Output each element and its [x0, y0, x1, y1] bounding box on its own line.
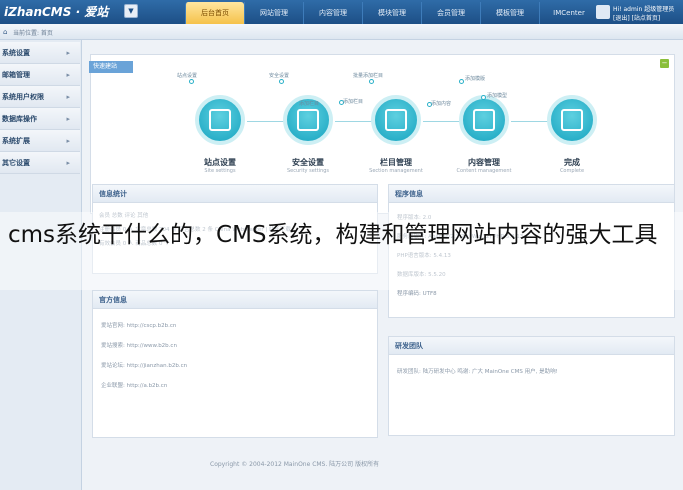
- flow-label: 添加栏目: [299, 101, 320, 107]
- sidebar-item-system[interactable]: 系统设置 ▸: [0, 42, 80, 64]
- monitor-icon: [297, 109, 319, 131]
- flow-dot: [369, 79, 374, 84]
- official-link[interactable]: 爱站论坛: http://jianzhan.b2b.cn: [101, 361, 187, 369]
- user-box: Hi! admin 超级管理员 [退出] [站点首页]: [594, 2, 683, 23]
- sidebar-item-extensions[interactable]: 系统扩展 ▸: [0, 130, 80, 152]
- step-title: 完成: [564, 158, 580, 167]
- document-icon: [473, 109, 495, 131]
- panel-title: 信息统计: [93, 185, 377, 203]
- top-bar: iZhanCMS · 爱站 ▼ 后台首页 网站管理 内容管理 模块管理 会员管理…: [0, 0, 683, 24]
- chevron-right-icon: ▸: [66, 159, 70, 167]
- step-content-icon[interactable]: [459, 95, 509, 145]
- step-title: 内容管理: [468, 158, 500, 167]
- tab-template[interactable]: 模板管理: [480, 2, 539, 24]
- dev-team-panel: 研发团队 研发团队: 陆万研发中心 鸣谢: 广大 MainOne CMS 用户,…: [388, 336, 675, 436]
- chevron-right-icon: ▸: [66, 137, 70, 145]
- program-row: 程序编码: UTF8: [397, 291, 437, 297]
- caption-text: cms系统干什么的，CMS系统，构建和管理网站内容的强大工具: [8, 222, 658, 248]
- official-link[interactable]: 爱站搜索: http://www.b2b.cn: [101, 341, 177, 349]
- dev-team-row: 研发团队: 陆万研发中心 鸣谢: 广大 MainOne CMS 用户, 是助响!: [397, 369, 558, 375]
- panel-title: 官方信息: [93, 291, 377, 309]
- caption-overlay: cms系统干什么的，CMS系统，构建和管理网站内容的强大工具: [0, 212, 683, 290]
- panel-title: 研发团队: [389, 337, 674, 355]
- official-link[interactable]: 企业联盟: http://a.b2b.cn: [101, 381, 167, 389]
- list-icon: [385, 109, 407, 131]
- home-icon[interactable]: ⌂: [3, 28, 7, 36]
- check-icon: [561, 109, 583, 131]
- flow-dot: [459, 79, 464, 84]
- sidebar-item-label: 数据库操作: [2, 115, 37, 123]
- tab-module[interactable]: 模块管理: [362, 2, 421, 24]
- flow-label: 站点设置: [177, 73, 198, 79]
- flow-label: 添加模版: [465, 76, 486, 82]
- tab-imcenter[interactable]: IMCenter: [539, 2, 598, 24]
- top-nav: 后台首页 网站管理 内容管理 模块管理 会员管理 模板管理 IMCenter: [185, 2, 598, 24]
- minimize-icon[interactable]: −: [660, 59, 669, 68]
- user-icon: [596, 5, 610, 19]
- step-title: 站点设置: [204, 158, 236, 167]
- sidebar-item-label: 其它设置: [2, 159, 30, 167]
- sidebar-item-label: 系统扩展: [2, 137, 30, 145]
- flow-label: 批量添加栏目: [353, 73, 384, 79]
- official-link[interactable]: 爱站官网: http://cscp.b2b.cn: [101, 321, 176, 329]
- sidebar-item-email[interactable]: 邮箱管理 ▸: [0, 64, 80, 86]
- chevron-down-icon[interactable]: ▼: [124, 4, 138, 18]
- breadcrumb: ⌂ 当前位置: 首页: [0, 24, 683, 40]
- tab-member[interactable]: 会员管理: [421, 2, 480, 24]
- sidebar-item-other[interactable]: 其它设置 ▸: [0, 152, 80, 174]
- user-links[interactable]: [退出] [站点首页]: [613, 13, 660, 22]
- step-subtitle: Content management: [456, 168, 512, 174]
- step-section-icon[interactable]: [371, 95, 421, 145]
- step-subtitle: Site settings: [204, 168, 236, 174]
- chevron-right-icon: ▸: [66, 93, 70, 101]
- flow-label: 添加模型: [487, 93, 508, 99]
- flow-connector: [423, 121, 463, 122]
- tab-home[interactable]: 后台首页: [185, 2, 244, 24]
- step-title: 安全设置: [292, 158, 324, 167]
- tab-content[interactable]: 内容管理: [303, 2, 362, 24]
- step-subtitle: Section management: [369, 168, 423, 174]
- flow-label: 添加栏目: [343, 99, 364, 105]
- chevron-right-icon: ▸: [66, 49, 70, 57]
- panel-title: 程序信息: [389, 185, 674, 203]
- flow-dot: [189, 79, 194, 84]
- step-subtitle: Security settings: [286, 168, 330, 174]
- monitor-icon: [209, 109, 231, 131]
- sidebar-item-label: 系统设置: [2, 49, 30, 57]
- tab-site[interactable]: 网站管理: [244, 2, 303, 24]
- flow-connector: [511, 121, 551, 122]
- step-complete-icon[interactable]: [547, 95, 597, 145]
- sidebar-item-permissions[interactable]: 系统用户权限 ▸: [0, 86, 80, 108]
- step-site-settings-icon[interactable]: [195, 95, 245, 145]
- flow-dot: [279, 79, 284, 84]
- flow-label: 添加内容: [431, 101, 452, 107]
- chevron-right-icon: ▸: [66, 71, 70, 79]
- step-title: 栏目管理: [380, 158, 412, 167]
- app-logo[interactable]: iZhanCMS · 爱站: [4, 2, 122, 22]
- official-info-panel: 官方信息 爱站官网: http://cscp.b2b.cn 爱站搜索: http…: [92, 290, 378, 438]
- sidebar-item-database[interactable]: 数据库操作 ▸: [0, 108, 80, 130]
- sidebar-item-label: 系统用户权限: [2, 93, 44, 101]
- flow-connector: [247, 121, 287, 122]
- footer-copyright: Copyright © 2004-2012 MainOne CMS. 陆万公司 …: [210, 461, 380, 468]
- user-greeting: Hi! admin 超级管理员: [613, 6, 675, 13]
- flow-connector: [335, 121, 375, 122]
- breadcrumb-text: 当前位置: 首页: [13, 30, 53, 37]
- quick-setup-ribbon: 快速建站: [89, 61, 133, 73]
- flow-dot: [481, 95, 486, 100]
- chevron-right-icon: ▸: [66, 115, 70, 123]
- sidebar-item-label: 邮箱管理: [2, 71, 30, 79]
- flow-label: 安全设置: [269, 73, 290, 79]
- step-subtitle: Complete: [559, 168, 585, 174]
